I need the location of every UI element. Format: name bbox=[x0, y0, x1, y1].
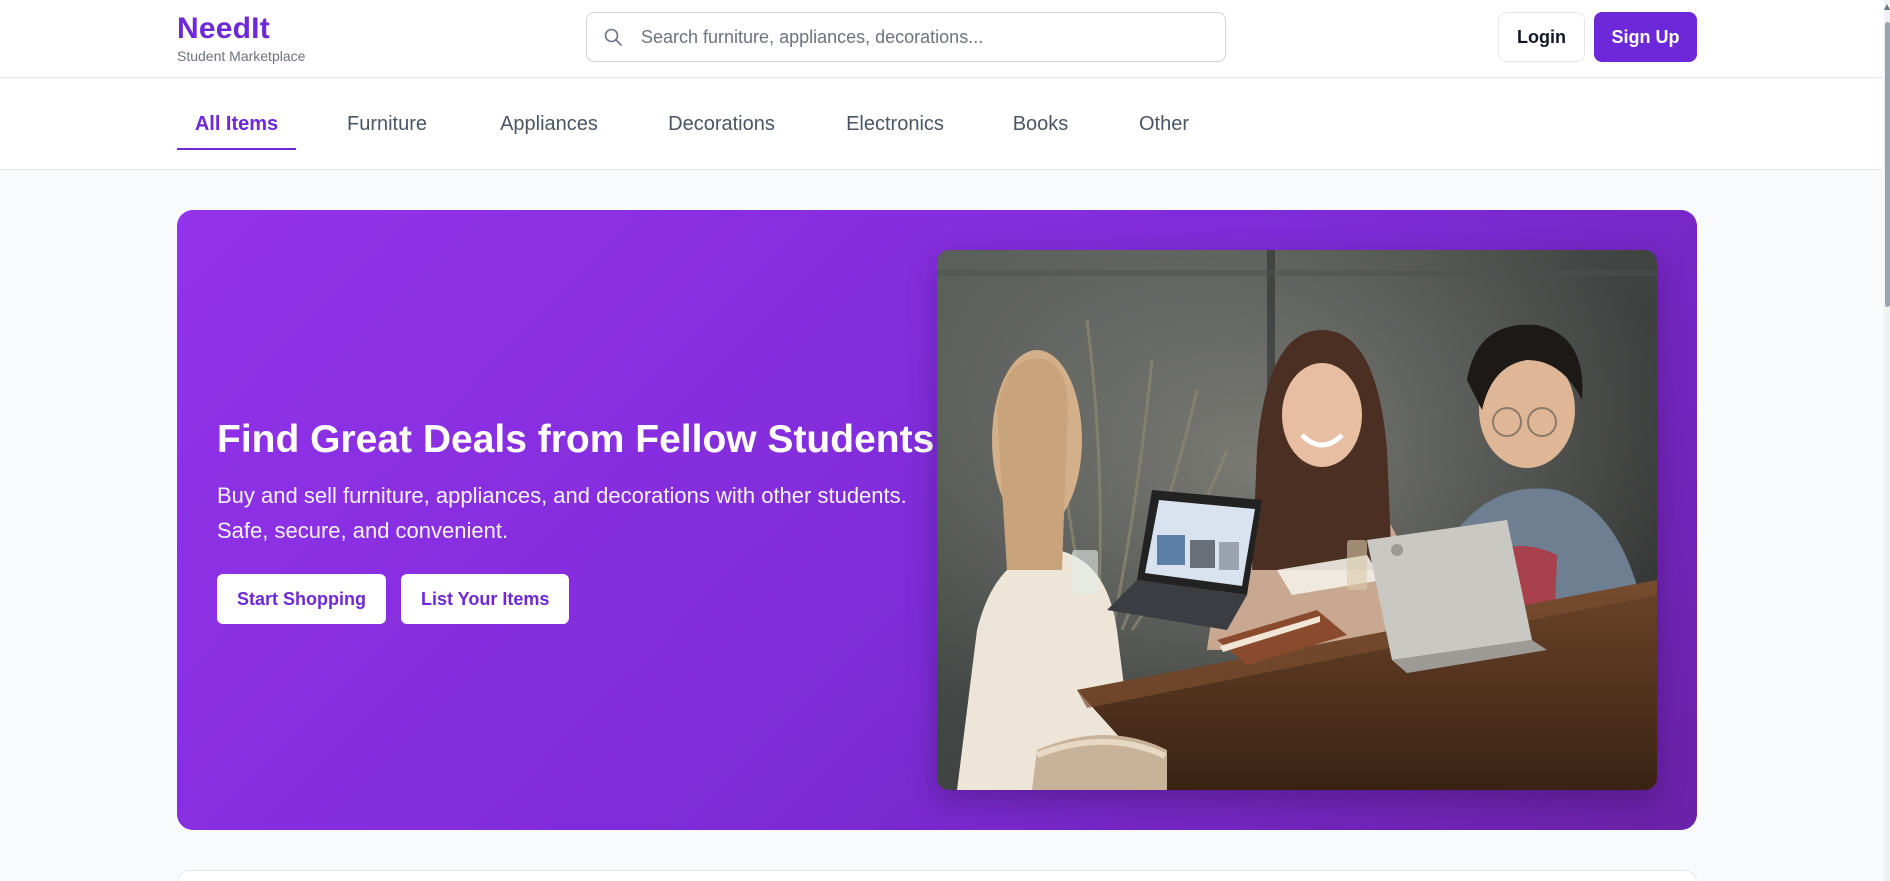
category-nav: All Items Furniture Appliances Decoratio… bbox=[0, 78, 1890, 170]
top-header: NeedIt Student Marketplace Login Sign Up bbox=[0, 0, 1890, 78]
list-your-items-button[interactable]: List Your Items bbox=[401, 574, 570, 624]
hero-subtitle-line2: Safe, secure, and convenient. bbox=[217, 518, 509, 543]
brand[interactable]: NeedIt Student Marketplace bbox=[177, 12, 305, 65]
search-input[interactable] bbox=[641, 26, 1201, 48]
search-box[interactable] bbox=[586, 12, 1226, 62]
students-at-table-illustration bbox=[937, 250, 1657, 790]
tab-decorations[interactable]: Decorations bbox=[662, 78, 781, 170]
hero-image bbox=[937, 250, 1657, 790]
search-icon bbox=[603, 27, 623, 47]
tab-books[interactable]: Books bbox=[1009, 78, 1072, 170]
hero-banner: Find Great Deals from Fellow Students! B… bbox=[177, 210, 1697, 830]
tab-all-items[interactable]: All Items bbox=[177, 78, 296, 170]
tab-appliances[interactable]: Appliances bbox=[493, 78, 605, 170]
scrollbar-thumb[interactable] bbox=[1885, 22, 1890, 307]
hero-text: Find Great Deals from Fellow Students! B… bbox=[217, 416, 957, 624]
login-button[interactable]: Login bbox=[1498, 12, 1585, 62]
start-shopping-button[interactable]: Start Shopping bbox=[217, 574, 386, 624]
brand-tagline: Student Marketplace bbox=[177, 48, 306, 64]
hero-actions: Start Shopping List Your Items bbox=[217, 574, 957, 624]
brand-name[interactable]: NeedIt bbox=[177, 12, 305, 46]
tab-furniture[interactable]: Furniture bbox=[338, 78, 436, 170]
scroll-up-arrow-icon[interactable] bbox=[1884, 4, 1890, 10]
tab-other[interactable]: Other bbox=[1130, 78, 1198, 170]
hero-subtitle-line1: Buy and sell furniture, appliances, and … bbox=[217, 483, 907, 508]
hero-title: Find Great Deals from Fellow Students! bbox=[217, 418, 948, 461]
tab-electronics[interactable]: Electronics bbox=[839, 78, 951, 170]
signup-button[interactable]: Sign Up bbox=[1594, 12, 1697, 62]
next-section-card bbox=[177, 870, 1697, 881]
hero-subtitle: Buy and sell furniture, appliances, and … bbox=[217, 478, 957, 548]
